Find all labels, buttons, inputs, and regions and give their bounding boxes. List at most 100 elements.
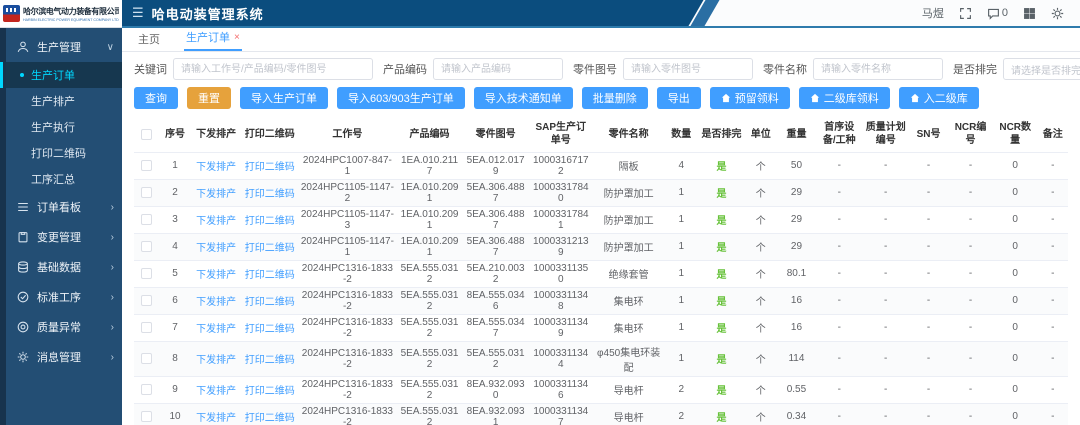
dispatch-link[interactable]: 下发排产 — [196, 355, 236, 366]
cell-first_equipment: - — [816, 233, 862, 260]
part-name-input[interactable] — [813, 58, 943, 80]
cell-weight: 0.34 — [777, 403, 816, 425]
dispatch-link[interactable]: 下发排产 — [196, 386, 236, 397]
cell-part_name: 集电环 — [593, 314, 664, 341]
export-button[interactable]: 导出 — [657, 87, 701, 109]
cell-ncr_qty: 0 — [993, 341, 1038, 376]
cell-ncr_no: - — [948, 260, 993, 287]
cell-first_equipment: - — [816, 179, 862, 206]
dispatch-link[interactable]: 下发排产 — [196, 413, 236, 424]
sidebar-item[interactable]: 变更管理› — [6, 222, 122, 252]
print-qr-link[interactable]: 打印二维码 — [245, 324, 295, 335]
row-checkbox[interactable] — [141, 384, 152, 395]
dispatch-link[interactable]: 下发排产 — [196, 216, 236, 227]
dispatch-link[interactable]: 下发排产 — [196, 270, 236, 281]
reset-button[interactable]: 重置 — [187, 87, 231, 109]
cell-sn_no: - — [909, 341, 948, 376]
database-icon — [16, 260, 30, 274]
print-qr-link[interactable]: 打印二维码 — [245, 413, 295, 424]
part-drawing-input[interactable] — [623, 58, 753, 80]
chevron-right-icon: › — [111, 232, 114, 243]
tab-production-order[interactable]: 生产订单 × — [184, 25, 242, 51]
row-checkbox[interactable] — [141, 160, 152, 171]
print-qr-link[interactable]: 打印二维码 — [245, 386, 295, 397]
keyword-input[interactable] — [173, 58, 373, 80]
message-icon[interactable]: 0 — [987, 7, 1008, 20]
sidebar-item[interactable]: 基础数据› — [6, 252, 122, 282]
dispatch-link[interactable]: 下发排产 — [196, 324, 236, 335]
fullscreen-icon[interactable] — [959, 7, 972, 20]
cell-quality_plan_no: - — [863, 403, 909, 425]
print-qr-link[interactable]: 打印二维码 — [245, 270, 295, 281]
row-checkbox[interactable] — [141, 411, 152, 422]
product-code-input[interactable] — [433, 58, 563, 80]
sidebar-subitem[interactable]: 打印二维码 — [6, 140, 122, 166]
cell-sn_no: - — [909, 206, 948, 233]
cell-first_equipment: - — [816, 206, 862, 233]
cell-qty: 1 — [664, 233, 698, 260]
cell-product_code: 5EA.555.0312 — [397, 341, 463, 376]
row-checkbox[interactable] — [141, 214, 152, 225]
apps-grid-icon[interactable] — [1023, 7, 1036, 20]
tab-home[interactable]: 主页 — [136, 27, 162, 51]
sidebar-item[interactable]: 质量异常› — [6, 312, 122, 342]
cell-weight: 114 — [777, 341, 816, 376]
row-checkbox[interactable] — [141, 187, 152, 198]
into-secondary-store-button[interactable]: 入二级库 — [899, 87, 979, 109]
cell-scheduled: 是 — [698, 341, 744, 376]
row-checkbox[interactable] — [141, 353, 152, 364]
current-username[interactable]: 马煜 — [922, 5, 944, 21]
cell-ncr_no: - — [948, 314, 993, 341]
dispatch-link[interactable]: 下发排产 — [196, 243, 236, 254]
batch-delete-button[interactable]: 批量删除 — [582, 87, 648, 109]
print-qr-link[interactable]: 打印二维码 — [245, 162, 295, 173]
import-tech-notice-button[interactable]: 导入技术通知单 — [474, 87, 573, 109]
sidebar-subitem[interactable]: 工序汇总 — [6, 166, 122, 192]
sidebar-subitem[interactable]: 生产执行 — [6, 114, 122, 140]
cell-part_drawing_no: 5EA.306.4887 — [463, 179, 529, 206]
row-checkbox[interactable] — [141, 241, 152, 252]
dispatch-link[interactable]: 下发排产 — [196, 162, 236, 173]
select-all-checkbox[interactable] — [141, 129, 152, 140]
cell-part_drawing_no: 8EA.932.0931 — [463, 403, 529, 425]
row-checkbox[interactable] — [141, 322, 152, 333]
secondary-store-picking-button[interactable]: 二级库领料 — [799, 87, 890, 109]
system-title: 哈电动装管理系统 — [152, 4, 264, 23]
print-qr-link[interactable]: 打印二维码 — [245, 216, 295, 227]
print-qr-link[interactable]: 打印二维码 — [245, 297, 295, 308]
scheduled-select[interactable]: 请选择是否排完 ▼ — [1003, 58, 1080, 80]
cell-ncr_no: - — [948, 287, 993, 314]
house-icon — [721, 93, 731, 103]
tab-close-icon[interactable]: × — [234, 32, 240, 43]
cell-work_no: 2024HPC1105-1147-1 — [298, 233, 396, 260]
import-production-order-button[interactable]: 导入生产订单 — [240, 87, 328, 109]
print-qr-link[interactable]: 打印二维码 — [245, 355, 295, 366]
print-qr-link[interactable]: 打印二维码 — [245, 189, 295, 200]
row-checkbox[interactable] — [141, 295, 152, 306]
query-button[interactable]: 查询 — [134, 87, 178, 109]
sidebar-subitem[interactable]: 生产订单 — [6, 62, 122, 88]
cell-qty: 1 — [664, 287, 698, 314]
cell-dispatch: 下发排产 — [191, 152, 241, 179]
sidebar-item[interactable]: 订单看板› — [6, 192, 122, 222]
dispatch-link[interactable]: 下发排产 — [196, 297, 236, 308]
import-603-903-order-button[interactable]: 导入603/903生产订单 — [337, 87, 465, 109]
reserved-picking-button[interactable]: 预留领料 — [710, 87, 790, 109]
column-header-part_name: 零件名称 — [593, 118, 664, 152]
column-header-dispatch: 下发排产 — [191, 118, 241, 152]
column-header-unit: 单位 — [745, 118, 777, 152]
collapse-sidebar-icon[interactable]: ☰ — [132, 5, 144, 21]
sidebar-item[interactable]: 消息管理› — [6, 342, 122, 372]
column-header-print: 打印二维码 — [241, 118, 298, 152]
dispatch-link[interactable]: 下发排产 — [196, 189, 236, 200]
column-header-qty: 数量 — [664, 118, 698, 152]
column-header-sap_order_no: SAP生产订单号 — [529, 118, 593, 152]
sidebar-item[interactable]: 生产管理∨ — [6, 32, 122, 62]
chevron-right-icon: › — [111, 322, 114, 333]
settings-gear-icon[interactable] — [1051, 7, 1064, 20]
print-qr-link[interactable]: 打印二维码 — [245, 243, 295, 254]
sidebar-subitem[interactable]: 生产排产 — [6, 88, 122, 114]
table-row: 10下发排产打印二维码2024HPC1316-1833-25EA.555.031… — [134, 403, 1068, 425]
row-checkbox[interactable] — [141, 268, 152, 279]
sidebar-item[interactable]: 标准工序› — [6, 282, 122, 312]
